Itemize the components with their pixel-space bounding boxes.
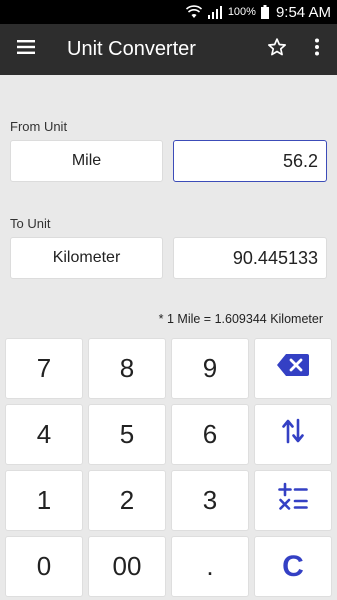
backspace-button[interactable] xyxy=(254,338,332,399)
swap-units-button[interactable] xyxy=(254,404,332,465)
conversion-note: * 1 Mile = 1.609344 Kilometer xyxy=(158,312,323,326)
key-7[interactable]: 7 xyxy=(5,338,83,399)
clear-button[interactable]: C xyxy=(254,536,332,597)
to-unit-label: To Unit xyxy=(10,216,51,231)
key-6[interactable]: 6 xyxy=(171,404,249,465)
key-0[interactable]: 0 xyxy=(5,536,83,597)
key-9[interactable]: 9 xyxy=(171,338,249,399)
menu-button[interactable] xyxy=(0,24,52,75)
battery-icon xyxy=(260,5,269,19)
to-unit-select[interactable]: Kilometer xyxy=(10,237,163,279)
key-8[interactable]: 8 xyxy=(88,338,166,399)
more-vert-icon xyxy=(314,38,320,61)
menu-icon xyxy=(17,40,35,59)
wifi-icon xyxy=(185,5,202,19)
app-bar: Unit Converter xyxy=(0,24,337,75)
page-title: Unit Converter xyxy=(67,38,196,60)
star-icon xyxy=(267,37,287,62)
more-options-button[interactable] xyxy=(297,24,337,75)
key-1[interactable]: 1 xyxy=(5,470,83,531)
key-2[interactable]: 2 xyxy=(88,470,166,531)
from-unit-label: From Unit xyxy=(10,119,68,134)
signal-icon xyxy=(207,5,223,19)
key-00[interactable]: 00 xyxy=(88,536,166,597)
key-3[interactable]: 3 xyxy=(171,470,249,531)
swap-icon xyxy=(282,418,304,451)
keypad: 7 8 9 4 5 6 1 2 3 0 00 . C xyxy=(0,337,337,600)
key-4[interactable]: 4 xyxy=(5,404,83,465)
backspace-icon xyxy=(276,353,310,384)
from-unit-select[interactable]: Mile xyxy=(10,140,163,182)
status-bar: 100% 9:54 AM xyxy=(0,0,337,24)
calculator-icon xyxy=(278,482,308,519)
from-value-field[interactable]: 56.2 xyxy=(173,140,327,182)
status-time: 9:54 AM xyxy=(275,3,331,21)
calculator-button[interactable] xyxy=(254,470,332,531)
key-decimal[interactable]: . xyxy=(171,536,249,597)
to-value-field[interactable]: 90.445133 xyxy=(173,237,327,279)
battery-percent: 100% xyxy=(227,6,256,18)
favorite-button[interactable] xyxy=(257,24,297,75)
key-5[interactable]: 5 xyxy=(88,404,166,465)
clear-label: C xyxy=(282,549,304,583)
